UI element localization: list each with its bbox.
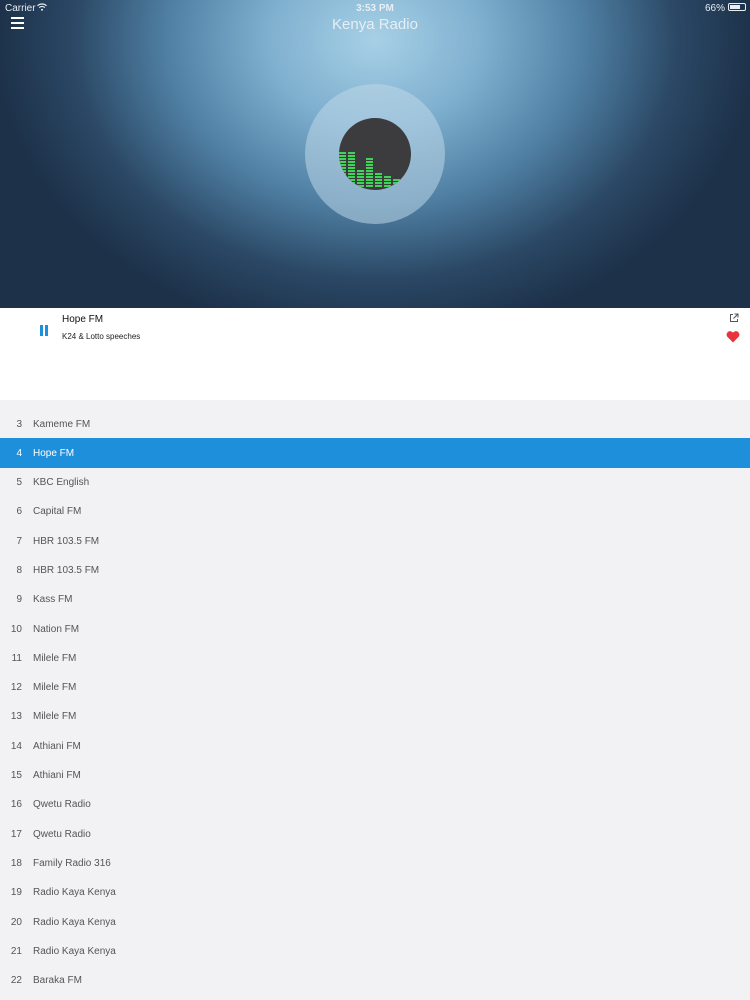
station-name: KBC English: [33, 477, 90, 489]
station-name: Athiani FM: [33, 770, 81, 782]
station-number: 9: [16, 594, 22, 606]
station-row[interactable]: 3 Kameme FM: [0, 409, 750, 438]
station-number: 18: [10, 857, 22, 869]
station-row[interactable]: 15 Athiani FM: [0, 761, 750, 790]
station-number: 7: [16, 535, 22, 547]
now-playing-panel: [0, 308, 750, 400]
station-number: 20: [10, 916, 22, 928]
station-number: 17: [10, 828, 22, 840]
station-row[interactable]: 4 Hope FM: [0, 438, 750, 468]
station-row[interactable]: 13 Milele FM: [0, 702, 750, 731]
station-number: 14: [10, 740, 22, 752]
station-number: 13: [10, 711, 22, 723]
station-row[interactable]: 17 Qwetu Radio: [0, 819, 750, 848]
station-name: Family Radio 316: [33, 857, 111, 869]
station-row[interactable]: 8 HBR 103.5 FM: [0, 555, 750, 584]
station-name: Qwetu Radio: [33, 799, 91, 811]
status-clock: 3:53 PM: [356, 3, 394, 14]
station-number: 8: [16, 564, 22, 576]
page-title: Kenya Radio: [332, 16, 418, 33]
station-name: Milele FM: [33, 652, 77, 664]
station-row[interactable]: 10 Nation FM: [0, 614, 750, 643]
pause-icon[interactable]: [39, 325, 50, 337]
station-name: Milele FM: [33, 682, 77, 694]
status-bar: Carrier 3:53 PM 66%: [0, 0, 750, 16]
station-row[interactable]: 5 KBC English: [0, 468, 750, 497]
station-name: Qwetu Radio: [33, 828, 91, 840]
station-row[interactable]: 21 Radio Kaya Kenya: [0, 936, 750, 965]
station-row[interactable]: 20 Radio Kaya Kenya: [0, 907, 750, 936]
heart-icon[interactable]: [726, 330, 740, 343]
station-name: Baraka FM: [33, 975, 82, 987]
station-name: Athiani FM: [33, 740, 81, 752]
station-name: Nation FM: [33, 623, 80, 635]
station-name: Milele FM: [33, 711, 77, 723]
station-number: 6: [16, 506, 22, 518]
station-name: Radio Kaya Kenya: [33, 945, 116, 957]
station-row[interactable]: 11 Milele FM: [0, 643, 750, 672]
battery-percent: 66%: [704, 3, 725, 14]
now-playing-title: Hope FM: [62, 314, 104, 325]
station-row[interactable]: 19 Radio Kaya Kenya: [0, 878, 750, 907]
artwork-disc: [339, 118, 411, 190]
station-name: Radio Kaya Kenya: [33, 916, 116, 928]
share-icon[interactable]: [729, 313, 739, 323]
station-row[interactable]: 16 Qwetu Radio: [0, 790, 750, 819]
station-row[interactable]: 14 Athiani FM: [0, 731, 750, 760]
station-number: 22: [10, 975, 22, 987]
station-name: Kass FM: [33, 594, 73, 606]
station-number: 15: [10, 770, 22, 782]
station-name: Capital FM: [33, 506, 82, 518]
station-number: 4: [16, 447, 22, 459]
station-row[interactable]: 18 Family Radio 316: [0, 848, 750, 877]
station-number: 21: [10, 945, 22, 957]
station-number: 10: [10, 623, 22, 635]
station-number: 11: [11, 652, 22, 664]
equalizer-icon: [339, 152, 400, 187]
station-number: 3: [16, 418, 22, 430]
battery-icon: [728, 3, 746, 11]
station-row[interactable]: 7 HBR 103.5 FM: [0, 526, 750, 555]
station-artwork: [305, 84, 445, 224]
station-row[interactable]: 12 Milele FM: [0, 673, 750, 702]
now-playing-subtitle: K24 & Lotto speeches: [62, 332, 141, 341]
station-row[interactable]: 9 Kass FM: [0, 585, 750, 614]
hero-banner: Carrier 3:53 PM 66% Kenya Radio: [0, 0, 750, 308]
station-name: HBR 103.5 FM: [33, 564, 100, 576]
station-number: 16: [10, 799, 22, 811]
station-number: 19: [10, 887, 22, 899]
station-list: 3 Kameme FM 4 Hope FM 5 KBC English 6 Capital F…: [0, 409, 750, 995]
station-number: 5: [16, 477, 22, 489]
station-row[interactable]: 22 Baraka FM: [0, 966, 750, 995]
station-name: Hope FM: [33, 447, 75, 459]
station-name: HBR 103.5 FM: [33, 535, 100, 547]
station-number: 12: [10, 682, 22, 694]
station-name: Radio Kaya Kenya: [33, 887, 116, 899]
station-row[interactable]: 6 Capital FM: [0, 497, 750, 526]
station-name: Kameme FM: [33, 418, 91, 430]
